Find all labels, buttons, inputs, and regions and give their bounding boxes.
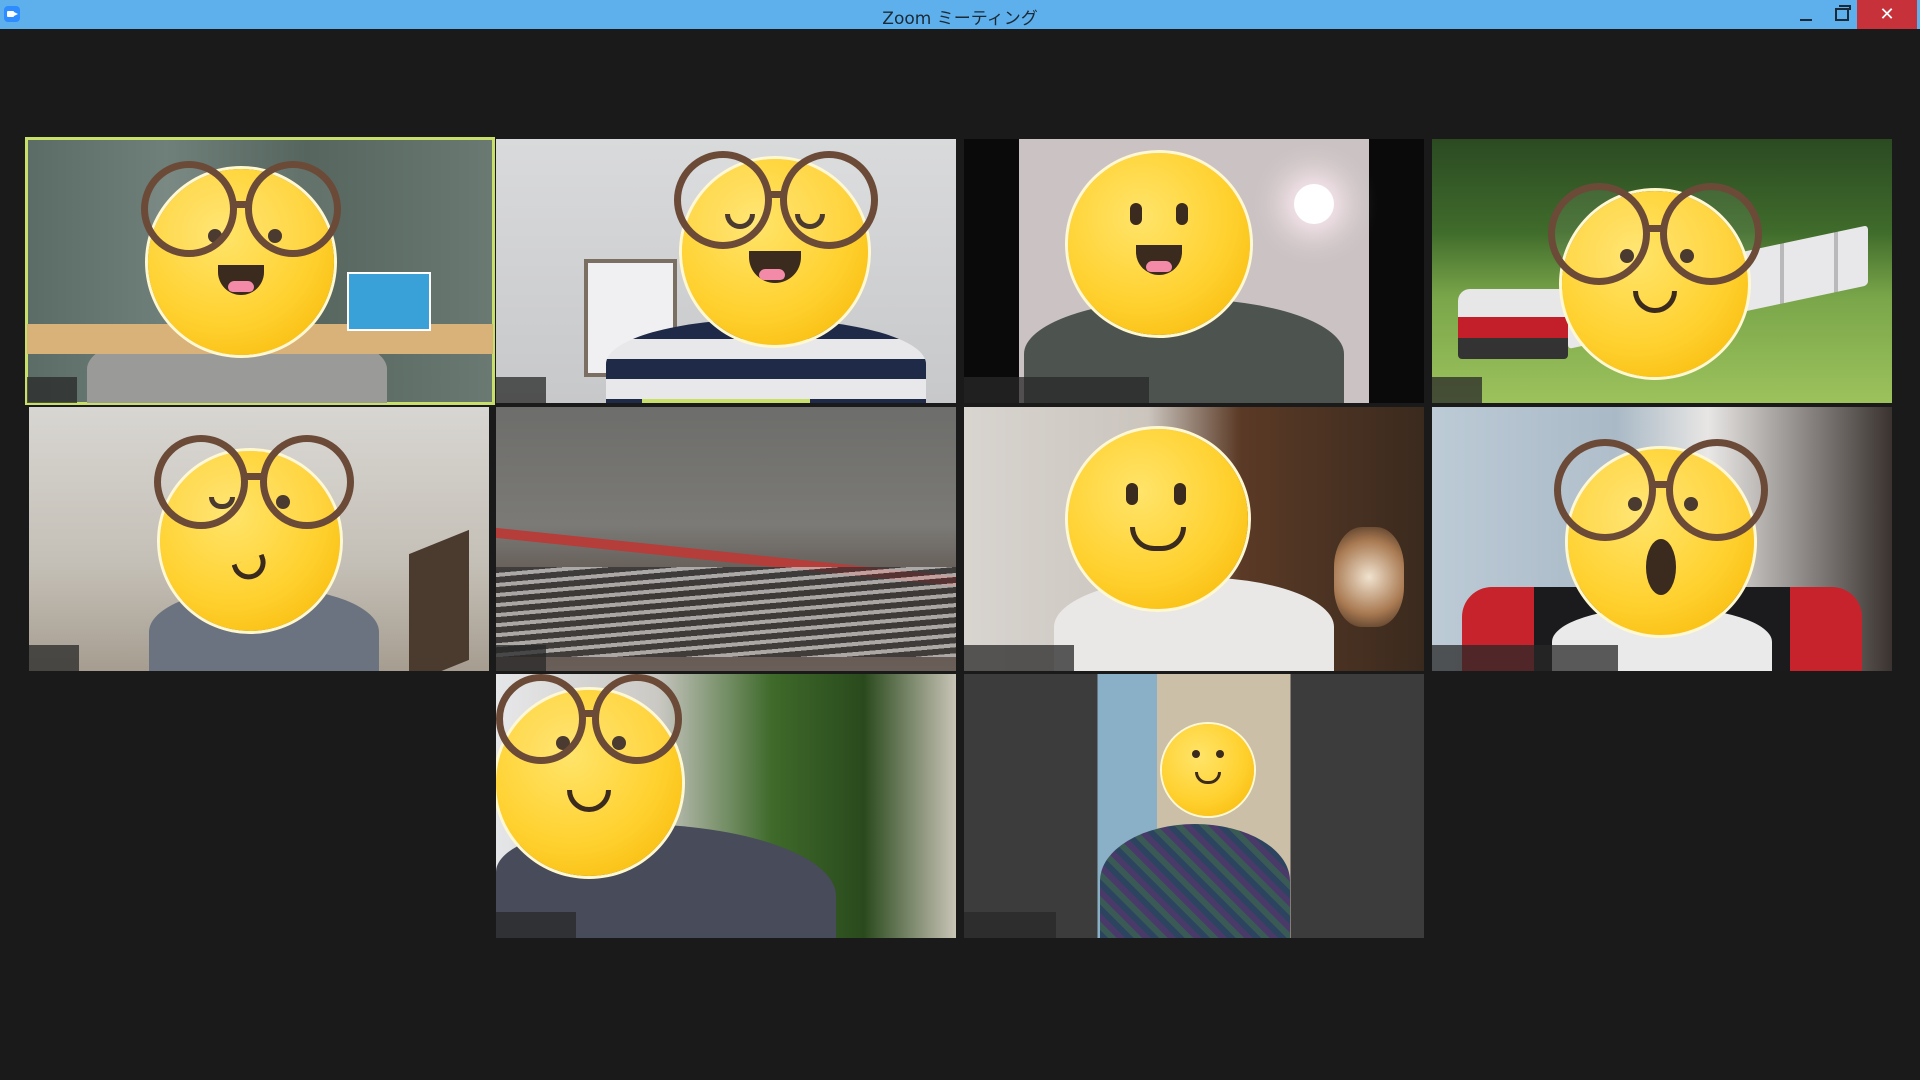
face-emoji: [1162, 724, 1254, 816]
participant-name-tag: [27, 377, 77, 403]
flower-vase: [1334, 527, 1404, 627]
video-tile-9[interactable]: [496, 674, 956, 938]
video-tile-1[interactable]: [25, 137, 495, 405]
video-tile-2[interactable]: [496, 139, 956, 403]
participant-name-tag: [496, 645, 546, 671]
video-tile-4[interactable]: [1432, 139, 1892, 403]
participant-name-tag: [1432, 377, 1482, 403]
participant-name-tag: [964, 377, 1149, 403]
participant-name-tag: [496, 912, 576, 938]
face-emoji: [1068, 429, 1248, 609]
glasses-overlay: [1554, 439, 1768, 543]
minimize-icon: [1800, 18, 1812, 21]
video-tile-3[interactable]: [964, 139, 1424, 403]
face-emoji: [1068, 153, 1250, 335]
glasses-overlay: [154, 435, 354, 531]
sign-board: [347, 272, 431, 331]
glasses-overlay: [674, 151, 878, 251]
video-tile-8[interactable]: [1432, 407, 1892, 671]
speaking-indicator: [642, 399, 810, 403]
close-icon: ✕: [1879, 4, 1895, 25]
close-button[interactable]: ✕: [1857, 0, 1917, 29]
door: [409, 529, 469, 671]
gallery-view: [0, 29, 1920, 1080]
participant-body: [1100, 824, 1290, 938]
video-tile-10[interactable]: [964, 674, 1424, 938]
window-title: Zoom ミーティング: [882, 9, 1038, 29]
glasses-overlay: [141, 161, 341, 261]
model-tracks: [496, 567, 956, 657]
participant-name-tag: [1432, 645, 1618, 671]
participant-name-tag: [964, 645, 1074, 671]
video-tile-7[interactable]: [964, 407, 1424, 671]
participant-name-tag: [496, 377, 546, 403]
participant-name-tag: [29, 645, 79, 671]
video-tile-6[interactable]: [496, 407, 956, 671]
video-tile-5[interactable]: [29, 407, 489, 671]
participant-name-tag: [964, 912, 1056, 938]
train-locomotive: [1458, 289, 1568, 359]
glasses-overlay: [496, 674, 682, 764]
glasses-overlay: [1548, 183, 1762, 287]
restore-icon: [1835, 5, 1851, 21]
window-titlebar: Zoom ミーティング ✕: [0, 0, 1920, 29]
ceiling-light: [1294, 184, 1334, 224]
